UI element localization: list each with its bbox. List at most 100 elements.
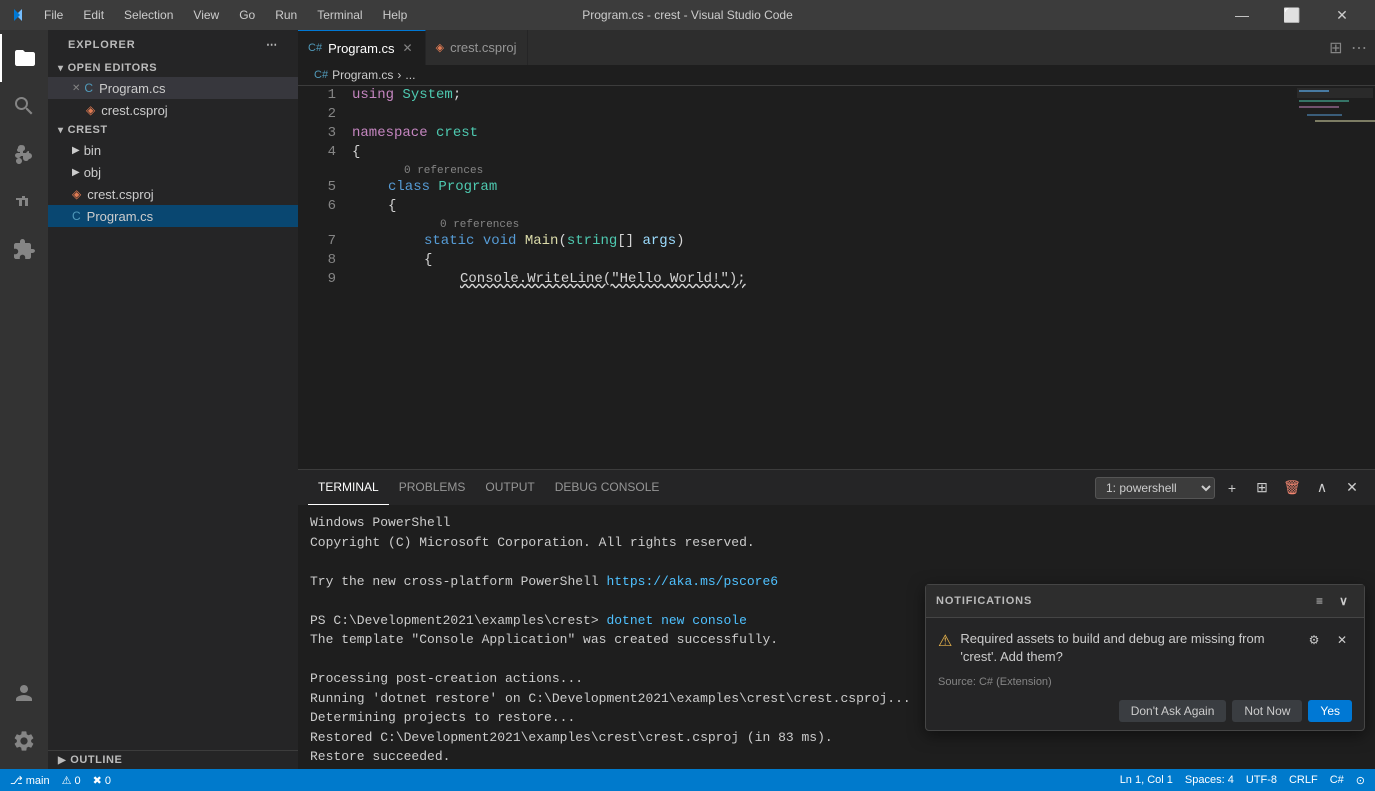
account-icon (12, 681, 36, 705)
menu-edit[interactable]: Edit (75, 6, 112, 24)
breadcrumb-file[interactable]: Program.cs (332, 68, 393, 82)
term-line-3 (310, 552, 1363, 572)
tab-csproj-label: crest.csproj (450, 40, 516, 55)
status-ln-col[interactable]: Ln 1, Col 1 (1120, 774, 1173, 787)
crest-section: ▾ Crest ▶ bin ▶ obj ◈ crest.csproj C Pro… (48, 121, 298, 227)
activity-scm[interactable] (0, 130, 48, 178)
activity-explorer[interactable] (0, 34, 48, 82)
activity-search[interactable] (0, 82, 48, 130)
status-feedback[interactable]: ⊙ (1356, 774, 1365, 787)
semicolon-1: ; (453, 86, 461, 105)
yes-button[interactable]: Yes (1308, 700, 1352, 722)
breadcrumb-more[interactable]: ... (405, 68, 415, 82)
line-num-1: 1 (306, 86, 336, 105)
activity-accounts[interactable] (0, 669, 48, 717)
class-keyword: class (388, 178, 430, 197)
menu-help[interactable]: Help (375, 6, 416, 24)
status-branch[interactable]: ⎇ main (10, 774, 50, 787)
close-button[interactable]: ✕ (1319, 0, 1365, 30)
notifications-filter-icon[interactable]: ≡ (1310, 591, 1330, 611)
tabs-overflow-icon[interactable]: ⋯ (1351, 40, 1367, 57)
outline-section: ▶ Outline (48, 750, 298, 769)
not-now-button[interactable]: Not Now (1232, 700, 1302, 722)
csproj-file[interactable]: ◈ crest.csproj (48, 183, 298, 205)
status-errors[interactable]: ✖ 0 (93, 774, 111, 787)
menu-file[interactable]: File (36, 6, 71, 24)
notification-message: ⚠ Required assets to build and debug are… (938, 630, 1352, 666)
extensions-icon (12, 238, 36, 262)
debug-icon (12, 190, 36, 214)
close-panel-button[interactable]: ✕ (1339, 475, 1365, 501)
code-content[interactable]: using System; namespace crest { 0 refere… (344, 86, 1295, 469)
tab-output[interactable]: OUTPUT (475, 470, 544, 505)
status-encoding[interactable]: UTF-8 (1246, 774, 1277, 787)
csproj-label: crest.csproj (87, 187, 153, 202)
tab-csproj[interactable]: ◈ crest.csproj (426, 30, 528, 65)
code-editor[interactable]: 1 2 3 4 5 6 7 8 9 using System; (298, 86, 1375, 469)
close-program-cs-icon[interactable]: ✕ (72, 83, 80, 94)
crest-folder-header[interactable]: ▾ Crest (48, 121, 298, 139)
namespace-keyword: namespace (352, 124, 428, 143)
status-warnings[interactable]: ⚠ 0 (62, 774, 81, 787)
menu-go[interactable]: Go (231, 6, 263, 24)
status-lang[interactable]: C# (1330, 774, 1344, 787)
kill-terminal-button[interactable]: 🗑 (1279, 475, 1305, 501)
notification-settings-icon[interactable]: ⚙ (1304, 630, 1324, 650)
menu-terminal[interactable]: Terminal (309, 6, 370, 24)
sidebar-more-icon[interactable]: ⋯ (266, 38, 278, 51)
crest-chevron: ▾ (58, 125, 64, 136)
window-title: Program.cs - crest - Visual Studio Code (582, 8, 793, 22)
line-num-4: 4 (306, 143, 336, 162)
main-method: Main (525, 232, 559, 251)
notification-text: Required assets to build and debug are m… (960, 630, 1296, 666)
status-eol[interactable]: CRLF (1289, 774, 1318, 787)
brace-open-3: { (424, 251, 432, 270)
sidebar-title: Explorer (68, 39, 136, 51)
activity-bar (0, 30, 48, 769)
open-editors-header[interactable]: ▾ Open Editors (48, 59, 298, 77)
tab-program-cs[interactable]: C# Program.cs ✕ (298, 30, 426, 65)
hint-main: 0 references (352, 216, 1287, 232)
status-spaces[interactable]: Spaces: 4 (1185, 774, 1234, 787)
new-terminal-button[interactable]: + (1219, 475, 1245, 501)
tab-problems[interactable]: PROBLEMS (389, 470, 476, 505)
obj-chevron: ▶ (72, 167, 80, 178)
activity-extensions[interactable] (0, 226, 48, 274)
string-type: string (567, 232, 617, 251)
obj-folder[interactable]: ▶ obj (48, 161, 298, 183)
tab-terminal[interactable]: TERMINAL (308, 470, 389, 505)
activity-debug[interactable] (0, 178, 48, 226)
code-line-5: class Program (352, 178, 1287, 197)
obj-label: obj (84, 165, 101, 180)
menu-view[interactable]: View (185, 6, 227, 24)
notification-close-icon[interactable]: ✕ (1332, 630, 1352, 650)
terminal-selector[interactable]: 1: powershell (1095, 477, 1215, 499)
line-numbers: 1 2 3 4 5 6 7 8 9 (298, 86, 344, 469)
maximize-panel-button[interactable]: ∧ (1309, 475, 1335, 501)
hint-class: 0 references (352, 162, 1287, 178)
window-controls: — ⬜ ✕ (1219, 0, 1365, 30)
dont-ask-again-button[interactable]: Don't Ask Again (1119, 700, 1227, 722)
code-line-2 (352, 105, 1287, 124)
breadcrumb-sep: › (397, 68, 401, 82)
tab-program-cs-close[interactable]: ✕ (401, 39, 415, 57)
bin-folder[interactable]: ▶ bin (48, 139, 298, 161)
minimize-button[interactable]: — (1219, 0, 1265, 30)
code-line-6: { (352, 197, 1287, 216)
bracket: [] (617, 232, 634, 251)
activity-settings[interactable] (0, 717, 48, 765)
outline-header[interactable]: ▶ Outline (48, 751, 298, 769)
notifications-collapse-icon[interactable]: ∨ (1334, 591, 1354, 611)
split-terminal-button[interactable]: ⊞ (1249, 475, 1275, 501)
maximize-button[interactable]: ⬜ (1269, 0, 1315, 30)
menu-selection[interactable]: Selection (116, 6, 181, 24)
open-editor-program-cs[interactable]: ✕ C Program.cs (48, 77, 298, 99)
split-editor-icon[interactable]: ⊞ (1329, 40, 1342, 57)
program-cs-file[interactable]: C Program.cs (48, 205, 298, 227)
notification-body: ⚠ Required assets to build and debug are… (926, 618, 1364, 730)
tab-debug-console[interactable]: DEBUG CONSOLE (545, 470, 670, 505)
tabs-more-button[interactable]: ⊞ ⋯ (1321, 38, 1375, 58)
menu-run[interactable]: Run (267, 6, 305, 24)
open-editor-csproj[interactable]: ◈ crest.csproj (48, 99, 298, 121)
settings-icon (12, 729, 36, 753)
